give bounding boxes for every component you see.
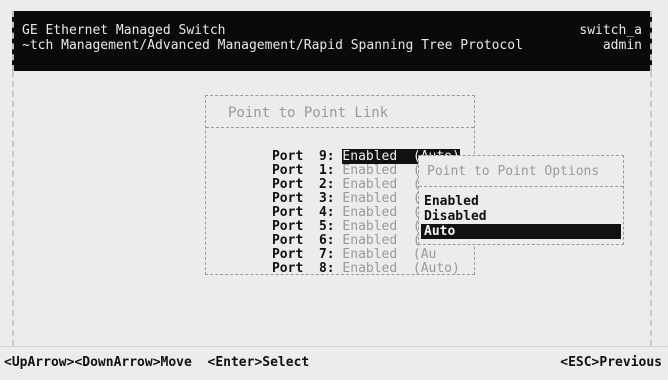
- port-number: 8:: [318, 261, 335, 276]
- option-auto[interactable]: Auto: [421, 224, 621, 239]
- port-row-2[interactable]: Port 2: Enabled (Au: [225, 164, 436, 192]
- dialog-title: Point to Point Link: [228, 105, 389, 121]
- port-row-1[interactable]: Port 1: Enabled (Au: [225, 150, 436, 178]
- port-row-8[interactable]: Port 8: Enabled (Auto): [225, 248, 460, 276]
- app-title: GE Ethernet Managed Switch: [22, 23, 226, 38]
- popup-title: Point to Point Options: [427, 164, 600, 179]
- breadcrumb: ~tch Management/Advanced Management/Rapi…: [22, 38, 523, 53]
- port-row-9[interactable]: Port 9: Enabled (Auto): [225, 136, 460, 164]
- port-row-6[interactable]: Port 6: Enabled (Au: [225, 220, 436, 248]
- port-value[interactable]: Enabled (Auto): [342, 261, 459, 276]
- escape-hint: <ESC>Previous: [560, 355, 662, 370]
- popup-divider: [419, 186, 623, 187]
- option-enabled[interactable]: Enabled: [421, 194, 621, 209]
- dialog-divider: [206, 127, 474, 128]
- port-label: Port: [271, 261, 304, 276]
- header-bar: GE Ethernet Managed Switch ~tch Manageme…: [12, 11, 652, 71]
- option-disabled[interactable]: Disabled: [421, 209, 621, 224]
- port-row-7[interactable]: Port 7: Enabled (Au: [225, 234, 436, 262]
- port-row-3[interactable]: Port 3: Enabled (Au: [225, 178, 436, 206]
- terminal-screen: GE Ethernet Managed Switch ~tch Manageme…: [0, 0, 668, 380]
- port-row-4[interactable]: Port 4: Enabled (Au: [225, 192, 436, 220]
- hostname: switch_a: [579, 23, 642, 38]
- navigation-hints: <UpArrow><DownArrow>Move <Enter>Select: [4, 355, 310, 370]
- point-to-point-options-popup: Point to Point Options Enabled Disabled …: [418, 155, 624, 245]
- footer-hint-bar: <UpArrow><DownArrow>Move <Enter>Select <…: [0, 346, 668, 380]
- port-row-5[interactable]: Port 5: Enabled (Au: [225, 206, 436, 234]
- username: admin: [602, 38, 642, 53]
